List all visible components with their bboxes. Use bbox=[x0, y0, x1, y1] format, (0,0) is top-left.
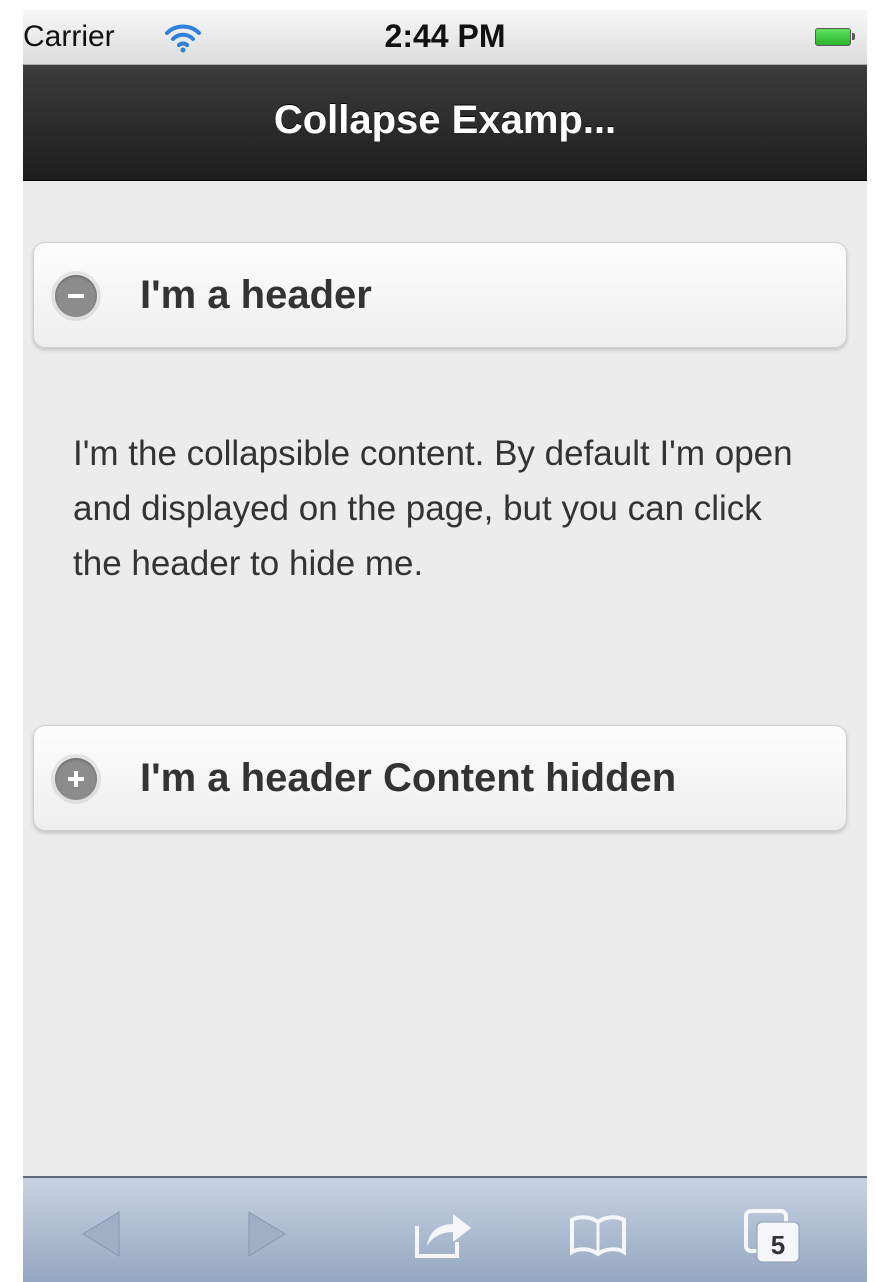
collapsible-header-collapsed[interactable]: I'm a header Content hidden bbox=[33, 725, 847, 831]
bookmarks-icon[interactable] bbox=[568, 1208, 628, 1260]
browser-toolbar: 5 bbox=[23, 1176, 867, 1282]
tabs-count: 5 bbox=[771, 1230, 785, 1260]
back-arrow-icon[interactable] bbox=[75, 1208, 125, 1260]
collapsible-content: I'm the collapsible content. By default … bbox=[73, 434, 793, 583]
status-bar: Carrier 2:44 PM bbox=[23, 10, 867, 65]
plus-icon bbox=[51, 754, 101, 804]
page-content: I'm a header I'm the collapsible content… bbox=[23, 181, 867, 1184]
share-icon[interactable] bbox=[413, 1208, 475, 1260]
collapsible-header-label: I'm a header bbox=[140, 273, 372, 317]
phone-screen: Carrier 2:44 PM Collapse Examp... I'm a … bbox=[23, 10, 867, 1282]
clock: 2:44 PM bbox=[384, 18, 506, 54]
collapsible-header-label: I'm a header Content hidden bbox=[140, 756, 677, 800]
collapsible-header-expanded[interactable]: I'm a header bbox=[33, 242, 847, 348]
title-bar: Collapse Examp... bbox=[23, 65, 867, 181]
page-title: Collapse Examp... bbox=[273, 98, 617, 142]
minus-icon bbox=[51, 271, 101, 321]
forward-arrow-icon[interactable] bbox=[243, 1208, 293, 1260]
tabs-icon[interactable]: 5 bbox=[743, 1208, 803, 1263]
battery-icon bbox=[815, 28, 855, 46]
